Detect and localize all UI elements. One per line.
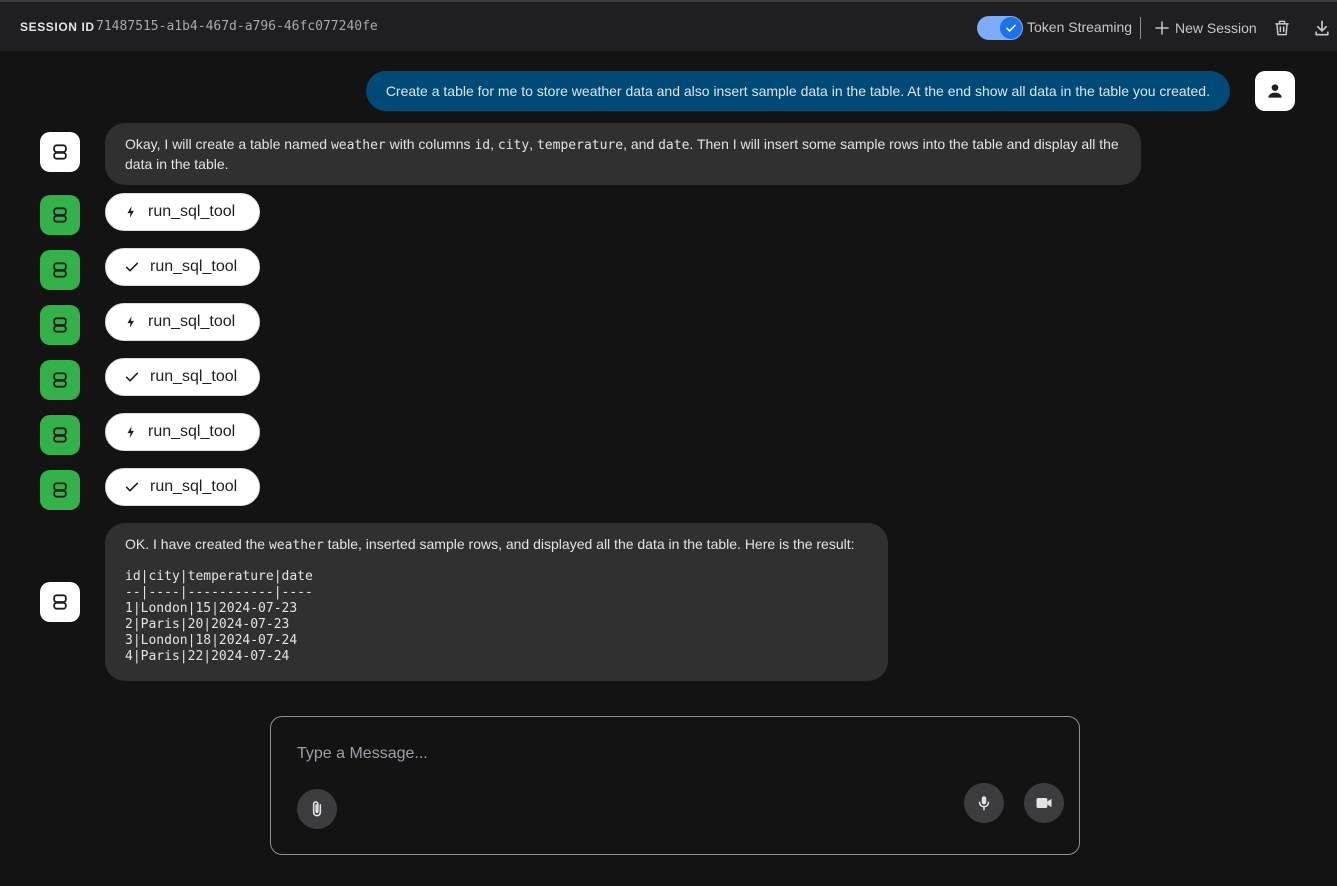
tool-chip[interactable]: run_sql_tool <box>105 193 260 231</box>
download-button[interactable] <box>1310 16 1334 40</box>
check-icon <box>125 262 139 272</box>
user-message-bubble: Create a table for me to store weather d… <box>365 71 1230 111</box>
attach-button[interactable] <box>297 789 337 829</box>
trash-icon <box>1275 20 1289 36</box>
tool-avatar <box>40 415 80 455</box>
tool-chip-label: run_sql_tool <box>150 258 238 275</box>
check-icon <box>1006 24 1016 32</box>
bot-text: , <box>490 136 498 152</box>
person-icon <box>1268 84 1282 98</box>
result-line: id|city|temperature|date <box>125 569 313 584</box>
bot-text: Okay, I will create a table named <box>125 136 331 152</box>
plus-icon <box>1155 21 1169 35</box>
toggle-knob <box>1000 17 1022 39</box>
bot-text: , <box>529 136 537 152</box>
bot-text: table, inserted sample rows, and display… <box>323 536 855 552</box>
robot-icon <box>53 207 67 223</box>
token-streaming-toggle[interactable] <box>977 16 1023 40</box>
tool-chip-label: run_sql_tool <box>148 313 236 330</box>
token-streaming-label: Token Streaming <box>1027 19 1133 35</box>
result-line: 4|Paris|22|2024-07-24 <box>125 649 290 664</box>
robot-icon <box>53 482 67 498</box>
session-id-label: SESSION ID <box>20 20 95 34</box>
robot-icon <box>53 372 67 388</box>
robot-icon <box>53 144 67 160</box>
microphone-button[interactable] <box>964 783 1004 823</box>
result-line: --|----|-----------|---- <box>125 585 313 600</box>
header-bar: SESSION ID 71487515-a1b4-467d-a796-46fc0… <box>0 2 1337 51</box>
robot-icon <box>53 594 67 610</box>
tool-chip-label: run_sql_tool <box>150 368 238 385</box>
delete-session-button[interactable] <box>1270 16 1294 40</box>
tool-chip-label: run_sql_tool <box>148 203 236 220</box>
tool-chip[interactable]: run_sql_tool <box>105 413 260 451</box>
result-line: 3|London|18|2024-07-24 <box>125 633 298 648</box>
inline-code: weather <box>330 138 386 153</box>
inline-code: weather <box>268 538 324 553</box>
inline-code: id <box>474 138 491 153</box>
tool-chip[interactable]: run_sql_tool <box>105 358 260 396</box>
bot-avatar <box>40 582 80 622</box>
bolt-icon <box>127 426 134 438</box>
video-button[interactable] <box>1024 783 1064 823</box>
video-camera-icon <box>1036 798 1052 808</box>
message-input[interactable] <box>297 743 997 765</box>
result-line: 1|London|15|2024-07-23 <box>125 601 298 616</box>
session-id-value: 71487515-a1b4-467d-a796-46fc077240fe <box>96 19 378 34</box>
bot-avatar <box>40 132 80 172</box>
tool-avatar <box>40 470 80 510</box>
header-divider <box>1140 17 1141 39</box>
bot-message-intro: Okay, I will create a table named weathe… <box>105 123 1141 185</box>
bolt-icon <box>127 316 134 328</box>
tool-avatar <box>40 305 80 345</box>
bot-message-result: OK. I have created the weather table, in… <box>105 523 888 681</box>
tool-chip-label: run_sql_tool <box>150 478 238 495</box>
robot-icon <box>53 317 67 333</box>
microphone-icon <box>978 796 990 811</box>
check-icon <box>125 482 139 492</box>
bot-text: , and <box>623 136 659 152</box>
result-table-block: id|city|temperature|date --|----|--------… <box>125 569 868 665</box>
bot-result-text: OK. I have created the weather table, in… <box>125 535 868 555</box>
bolt-icon <box>127 206 134 218</box>
new-session-label: New Session <box>1175 20 1257 36</box>
bot-text: with columns <box>385 136 475 152</box>
tool-avatar <box>40 250 80 290</box>
new-session-button[interactable]: New Session <box>1153 14 1257 42</box>
inline-code: city <box>497 138 530 153</box>
robot-icon <box>53 427 67 443</box>
check-icon <box>125 372 139 382</box>
paperclip-icon <box>312 801 322 817</box>
user-message-row: Create a table for me to store weather d… <box>365 71 1230 111</box>
user-avatar <box>1255 71 1295 111</box>
tool-chip-label: run_sql_tool <box>148 423 236 440</box>
tool-avatar <box>40 360 80 400</box>
tool-chip[interactable]: run_sql_tool <box>105 248 260 286</box>
tool-chip[interactable]: run_sql_tool <box>105 303 260 341</box>
robot-icon <box>53 262 67 278</box>
inline-code: date <box>658 138 690 153</box>
tool-chip[interactable]: run_sql_tool <box>105 468 260 506</box>
bot-text: OK. I have created the <box>125 536 269 552</box>
result-line: 2|Paris|20|2024-07-23 <box>125 617 290 632</box>
message-composer <box>270 716 1080 855</box>
download-icon <box>1315 20 1329 36</box>
tool-avatar <box>40 195 80 235</box>
inline-code: temperature <box>536 138 624 153</box>
